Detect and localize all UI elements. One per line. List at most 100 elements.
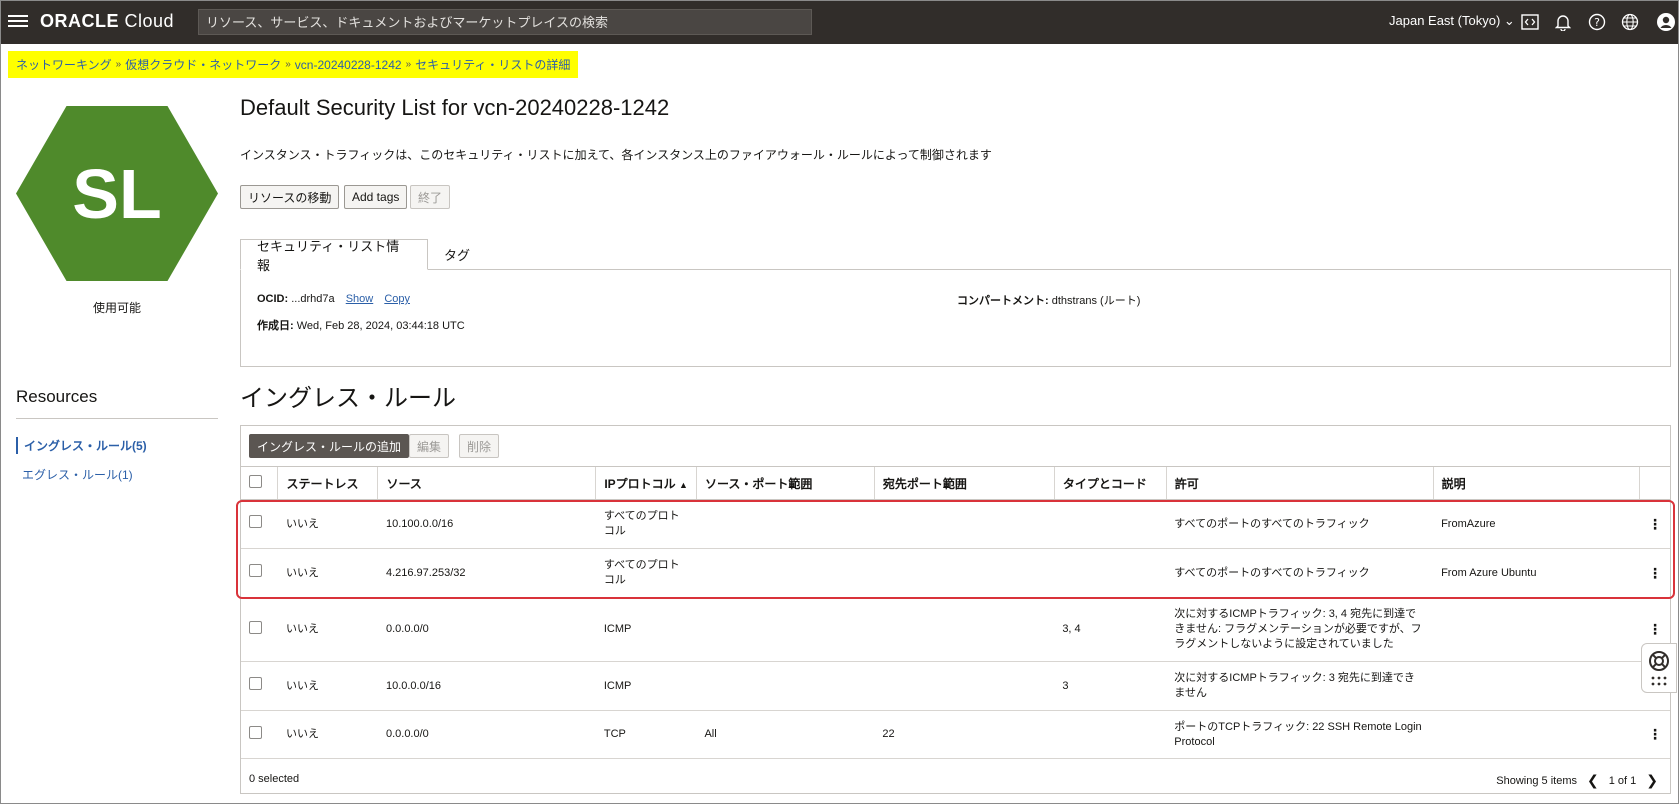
info-panel: OCID: ...drhd7a Show Copy 作成日: Wed, Feb … (240, 269, 1671, 367)
ingress-rules-heading: イングレス・ルール (240, 385, 456, 412)
row-checkbox[interactable] (249, 725, 262, 739)
breadcrumb-vcn[interactable]: 仮想クラウド・ネットワーク (125, 56, 281, 73)
ocid-show-link[interactable]: Show (346, 293, 374, 305)
user-profile-icon[interactable] (1655, 11, 1677, 33)
add-tags-button[interactable]: Add tags (344, 185, 408, 209)
column-destination-port-range[interactable]: 宛先ポート範囲 (873, 466, 1055, 500)
column-stateless[interactable]: ステートレス (277, 466, 378, 500)
cell-source: 10.0.0.0/16 (377, 661, 596, 711)
search-input[interactable] (198, 9, 812, 35)
resources-heading: Resources (16, 387, 98, 406)
cell-destination-port (874, 597, 1055, 662)
notification-bell-icon[interactable] (1552, 11, 1574, 33)
lifebuoy-icon (1649, 651, 1669, 671)
tab-tags[interactable]: タグ (428, 239, 488, 270)
cell-allows: 次に対するICMPトラフィック: 3 宛先に到達できません (1166, 661, 1434, 711)
column-description[interactable]: 説明 (1432, 466, 1640, 500)
cell-type-code (1054, 499, 1167, 549)
terminate-button[interactable]: 終了 (410, 185, 451, 209)
region-selector[interactable]: Japan East (Tokyo) ⌄ (1389, 13, 1515, 29)
column-source-port-range[interactable]: ソース・ポート範囲 (695, 466, 875, 500)
compartment-row: コンパートメント: dthstrans (ルート) (957, 295, 1141, 307)
table-row: いいえ 10.0.0.0/16 ICMP 3 次に対するICMPトラフィック: … (241, 661, 1670, 711)
ingress-rules-table: ステートレス ソース IPプロトコル ▲ ソース・ポート範囲 宛先ポート範囲 タ… (241, 466, 1670, 759)
help-icon[interactable]: ? (1586, 11, 1608, 33)
row-checkbox[interactable] (249, 620, 262, 634)
cell-type-code (1054, 710, 1167, 759)
pagination: Showing 5 items ❮ 1 of 1 ❯ (1496, 772, 1658, 789)
cell-allows: すべてのポートのすべてのトラフィック (1166, 548, 1434, 598)
ocid-row: OCID: ...drhd7a Show Copy (257, 293, 410, 305)
compartment-value: dthstrans (ルート) (1051, 295, 1141, 307)
page-title: Default Security List for vcn-20240228-1… (240, 95, 670, 120)
select-all-header (241, 466, 278, 500)
cell-type-code (1054, 548, 1167, 598)
created-value: Wed, Feb 28, 2024, 03:44:18 UTC (296, 320, 465, 332)
chevron-down-icon: ⌄ (1503, 13, 1515, 28)
edit-button[interactable]: 編集 (409, 434, 450, 458)
breadcrumb-current: セキュリティ・リストの詳細 (415, 58, 571, 72)
cell-source-port (696, 597, 875, 662)
next-page-icon[interactable]: ❯ (1646, 772, 1658, 789)
delete-button[interactable]: 削除 (459, 434, 500, 458)
cell-type-code: 3, 4 (1054, 597, 1167, 662)
cell-protocol: ICMP (595, 597, 697, 662)
cell-type-code: 3 (1054, 661, 1167, 711)
cell-description: FromAzure (1433, 499, 1640, 549)
created-row: 作成日: Wed, Feb 28, 2024, 03:44:18 UTC (257, 320, 465, 332)
ocid-copy-link[interactable]: Copy (384, 293, 410, 305)
apps-grid-icon (1651, 676, 1667, 686)
cell-destination-port: 22 (874, 710, 1055, 759)
table-header-row: ステートレス ソース IPプロトコル ▲ ソース・ポート範囲 宛先ポート範囲 タ… (241, 466, 1670, 500)
add-ingress-rule-button[interactable]: イングレス・ルールの追加 (249, 434, 410, 458)
row-actions-kebab-icon[interactable]: ⋮ (1639, 499, 1670, 549)
cell-stateless: いいえ (277, 548, 378, 598)
cell-stateless: いいえ (277, 661, 378, 711)
cell-description (1433, 597, 1640, 662)
column-ip-protocol[interactable]: IPプロトコル ▲ (595, 466, 697, 500)
row-actions-kebab-icon[interactable]: ⋮ (1639, 710, 1670, 759)
column-source[interactable]: ソース (377, 466, 596, 500)
selected-count: 0 selected (249, 773, 300, 785)
column-allows[interactable]: 許可 (1165, 466, 1434, 500)
cell-stateless: いいえ (277, 499, 378, 549)
breadcrumb: ネットワーキング» 仮想クラウド・ネットワーク» vcn-20240228-12… (8, 51, 579, 78)
table-row: いいえ 4.216.97.253/32 すべてのプロトコル すべてのポートのすべ… (241, 548, 1670, 598)
table-row: いいえ 0.0.0.0/0 TCP All 22 ポートのTCPトラフィック: … (241, 710, 1670, 759)
cell-description (1433, 661, 1640, 711)
sort-ascending-icon: ▲ (679, 479, 688, 490)
column-actions (1639, 466, 1670, 500)
select-all-checkbox[interactable] (249, 475, 262, 488)
sidebar-item-ingress-rules[interactable]: イングレス・ルール(5) (16, 437, 147, 454)
cell-source: 10.100.0.0/16 (377, 499, 596, 549)
row-checkbox[interactable] (249, 564, 262, 577)
help-widget[interactable] (1641, 643, 1677, 693)
cell-source: 0.0.0.0/0 (377, 710, 596, 759)
cell-description: From Azure Ubuntu (1433, 548, 1640, 598)
row-checkbox[interactable] (249, 677, 262, 690)
language-globe-icon[interactable] (1619, 11, 1641, 33)
cell-description (1433, 710, 1640, 759)
code-editor-icon[interactable] (1519, 11, 1541, 33)
menu-icon[interactable] (8, 12, 28, 30)
row-actions-kebab-icon[interactable]: ⋮ (1639, 548, 1670, 598)
cell-protocol: ICMP (595, 661, 697, 711)
oracle-cloud-logo[interactable]: ORACLE Cloud (40, 11, 174, 32)
cell-stateless: いいえ (277, 597, 378, 662)
cell-allows: ポートのTCPトラフィック: 22 SSH Remote Login Proto… (1166, 710, 1434, 759)
ocid-value: ...drhd7a (291, 293, 335, 305)
cell-protocol: すべてのプロトコル (595, 548, 697, 598)
row-checkbox[interactable] (249, 515, 262, 528)
previous-page-icon[interactable]: ❮ (1587, 772, 1599, 789)
cell-source: 4.216.97.253/32 (377, 548, 596, 598)
cell-source-port (696, 548, 875, 598)
column-type-and-code[interactable]: タイプとコード (1053, 466, 1167, 500)
ingress-rules-table-panel: イングレス・ルールの追加 編集 削除 ステートレス ソース IPプロトコル ▲ … (240, 425, 1671, 794)
tab-security-list-info[interactable]: セキュリティ・リスト情報 (240, 239, 428, 273)
sidebar-item-egress-rules[interactable]: エグレス・ルール(1) (16, 466, 133, 483)
breadcrumb-vcn-name[interactable]: vcn-20240228-1242 (295, 58, 402, 72)
page-description: インスタンス・トラフィックは、このセキュリティ・リストに加えて、各インスタンス上… (240, 148, 992, 162)
move-resource-button[interactable]: リソースの移動 (240, 185, 340, 209)
table-row: いいえ 10.100.0.0/16 すべてのプロトコル すべてのポートのすべての… (241, 499, 1670, 549)
breadcrumb-networking[interactable]: ネットワーキング (16, 56, 112, 73)
